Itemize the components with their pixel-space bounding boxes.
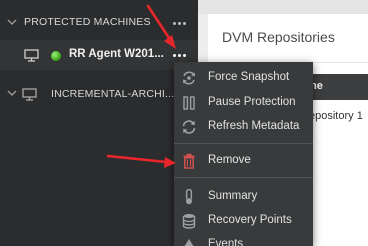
menu-item-refresh-metadata[interactable]: Refresh Metadata: [174, 116, 313, 138]
menu-item-label: Summary: [208, 190, 258, 202]
group-label: PROTECTED MACHINES: [24, 16, 151, 28]
context-menu: Force Snapshot Pause Protection Refresh …: [174, 62, 313, 246]
page-title: DVM Repositories: [222, 29, 335, 45]
group-header-protected-machines[interactable]: PROTECTED MACHINES: [0, 8, 198, 38]
menu-item-remove[interactable]: Remove: [174, 150, 313, 172]
machine-name: RR Agent W201...: [69, 48, 164, 60]
events-icon: [184, 239, 194, 246]
camera-sync-icon: [183, 71, 195, 85]
database-icon: [182, 214, 196, 229]
menu-item-pause-protection[interactable]: Pause Protection: [174, 92, 313, 114]
group-header-incremental-archive[interactable]: INCREMENTAL-ARCHI...: [0, 79, 198, 109]
menu-item-force-snapshot[interactable]: Force Snapshot: [174, 67, 313, 89]
menu-item-label: Recovery Points: [208, 214, 292, 226]
menu-item-label: Force Snapshot: [208, 71, 290, 83]
monitor-icon: [24, 49, 39, 62]
menu-item-events[interactable]: Events: [174, 234, 313, 246]
menu-item-label: Refresh Metadata: [208, 120, 300, 132]
machine-row-rr-agent[interactable]: RR Agent W201...: [0, 40, 198, 70]
chevron-down-icon[interactable]: [6, 16, 18, 28]
menu-item-label: Remove: [208, 154, 251, 166]
navigation-panel: PROTECTED MACHINES RR Agent W201... INCR…: [0, 0, 198, 246]
monitor-icon: [22, 88, 37, 101]
menu-item-summary[interactable]: Summary: [174, 186, 313, 208]
status-online-indicator: [51, 51, 61, 61]
group-label: INCREMENTAL-ARCHI...: [51, 88, 175, 100]
pause-icon: [183, 96, 195, 110]
menu-item-label: Events: [208, 238, 244, 246]
menu-divider: [174, 177, 313, 178]
menu-divider: [174, 143, 313, 144]
table-cell-repository[interactable]: epository 1: [309, 110, 363, 122]
menu-item-recovery-points[interactable]: Recovery Points: [174, 210, 313, 232]
main-top-bar: [198, 0, 368, 14]
menu-item-label: Pause Protection: [208, 96, 296, 108]
more-options-icon[interactable]: [173, 22, 186, 25]
trash-icon: [183, 153, 195, 169]
refresh-icon: [182, 120, 196, 134]
chevron-down-icon[interactable]: [6, 87, 18, 99]
summary-icon: [185, 189, 193, 205]
